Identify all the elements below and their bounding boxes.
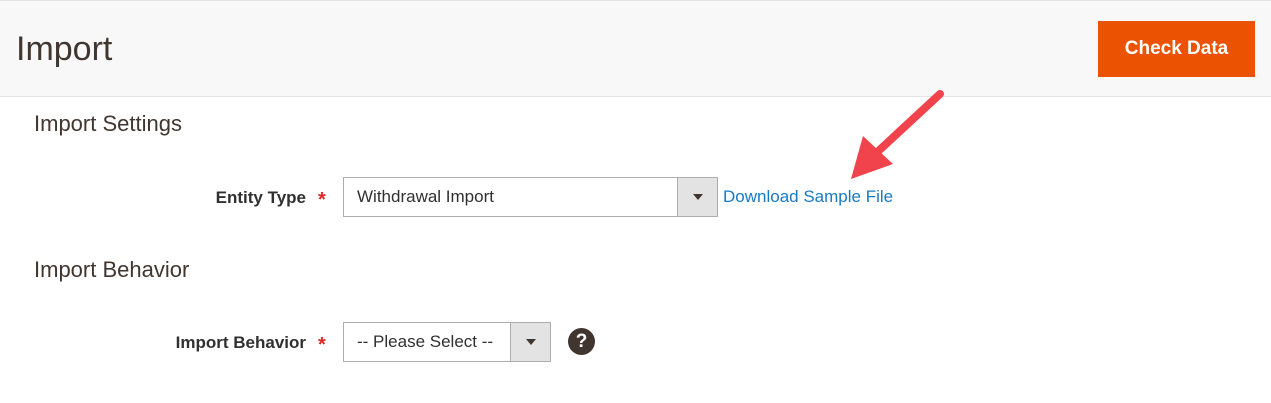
import-behavior-label: Import Behavior bbox=[175, 333, 306, 352]
entity-type-label: Entity Type bbox=[215, 188, 306, 207]
required-mark: * bbox=[318, 189, 326, 211]
import-page: Import Check Data Import Settings Entity… bbox=[0, 0, 1271, 403]
page-header: Import Check Data bbox=[0, 0, 1271, 97]
entity-type-dropdown-toggle[interactable] bbox=[677, 178, 717, 216]
section-title-import-behavior: Import Behavior bbox=[34, 257, 190, 282]
download-sample-file-link[interactable]: Download Sample File bbox=[723, 187, 893, 207]
chevron-down-icon bbox=[692, 194, 703, 200]
check-data-button[interactable]: Check Data bbox=[1098, 21, 1255, 77]
entity-type-select[interactable]: Withdrawal Import bbox=[343, 177, 718, 217]
import-behavior-dropdown-toggle[interactable] bbox=[510, 323, 550, 361]
question-icon[interactable]: ? bbox=[568, 328, 595, 355]
import-behavior-select[interactable]: -- Please Select -- bbox=[343, 322, 551, 362]
chevron-down-icon bbox=[525, 339, 536, 345]
annotation-arrow-icon bbox=[851, 90, 944, 179]
entity-type-select-value: Withdrawal Import bbox=[357, 187, 494, 206]
page-title: Import bbox=[16, 30, 113, 68]
import-behavior-select-value: -- Please Select -- bbox=[357, 332, 494, 351]
required-mark: * bbox=[318, 334, 326, 356]
section-title-import-settings: Import Settings bbox=[34, 111, 182, 136]
